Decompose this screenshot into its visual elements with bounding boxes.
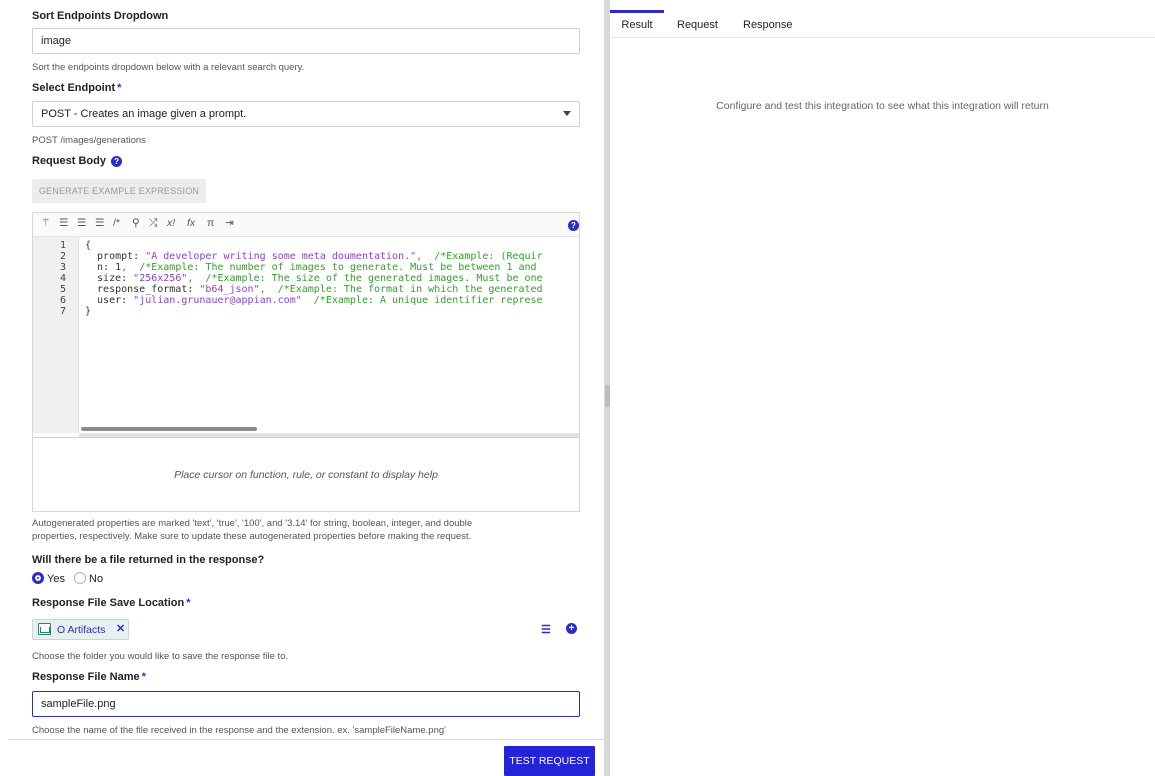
code-line: } bbox=[85, 306, 92, 317]
browse-list-icon[interactable]: ☰ bbox=[541, 623, 551, 636]
pi-icon[interactable]: π bbox=[207, 217, 214, 229]
autogen-note-line2: properties, respectively. Make sure to u… bbox=[32, 531, 472, 542]
file-returned-radio-group: Yes No bbox=[32, 572, 103, 585]
line-number: 2 bbox=[60, 251, 67, 262]
file-returned-label: Will there be a file returned in the res… bbox=[32, 554, 265, 566]
select-endpoint-label: Select Endpoint * bbox=[32, 82, 122, 94]
folder-icon bbox=[38, 623, 51, 635]
function-icon[interactable]: fx bbox=[187, 217, 195, 229]
sort-endpoints-help: Sort the endpoints dropdown below with a… bbox=[32, 62, 305, 73]
file-name-help: Choose the name of the file received in … bbox=[32, 725, 446, 736]
line-number: 5 bbox=[60, 284, 67, 295]
help-icon[interactable]: ? bbox=[111, 156, 123, 167]
line-number: 4 bbox=[60, 273, 67, 284]
file-name-label: Response File Name * bbox=[32, 671, 146, 683]
remove-chip-icon[interactable]: ✕ bbox=[116, 622, 125, 635]
line-number: 6 bbox=[60, 295, 67, 306]
magic-wand-icon[interactable]: ⚚ bbox=[41, 217, 50, 229]
save-location-label: Response File Save Location * bbox=[32, 597, 191, 609]
shuffle-icon[interactable]: ⤮ bbox=[149, 217, 157, 230]
line-number: 3 bbox=[60, 262, 67, 273]
radio-unselected-icon bbox=[74, 572, 87, 584]
sort-endpoints-label: Sort Endpoints Dropdown bbox=[32, 10, 169, 22]
empty-result-message: Configure and test this integration to s… bbox=[716, 100, 1049, 112]
request-body-label: Request Body ? bbox=[32, 155, 123, 167]
file-name-input[interactable]: sampleFile.png bbox=[32, 691, 580, 717]
code-line: n: 1, /*Example: The number of images to… bbox=[85, 262, 537, 273]
autogen-note-line1: Autogenerated properties are marked 'tex… bbox=[32, 518, 473, 529]
sort-endpoints-input[interactable]: image bbox=[32, 28, 580, 54]
expression-editor[interactable]: ⚚ ☰ ☰ ☰ /* ⚲ ⤮ x! fx π ⇥ ? 1 2 3 4 5 6 7… bbox=[32, 212, 580, 512]
tab-response[interactable]: Response bbox=[743, 10, 793, 38]
file-name-value: sampleFile.png bbox=[41, 698, 116, 710]
radio-no[interactable]: No bbox=[74, 572, 103, 585]
result-panel: Result Request Response Configure and te… bbox=[610, 0, 1155, 776]
result-tabs: Result Request Response bbox=[610, 10, 1155, 38]
tab-request[interactable]: Request bbox=[677, 10, 718, 38]
editor-toolbar: ⚚ ☰ ☰ ☰ /* ⚲ ⤮ x! fx π ⇥ ? bbox=[33, 213, 579, 237]
divider-line bbox=[8, 739, 604, 740]
code-line: prompt: "A developer writing some meta d… bbox=[85, 251, 543, 262]
code-line: response_format: "b64_json", /*Example: … bbox=[85, 284, 543, 295]
radio-selected-icon bbox=[32, 572, 44, 584]
indent-icon[interactable]: ☰ bbox=[59, 217, 68, 229]
list-icon[interactable]: ☰ bbox=[95, 217, 104, 229]
generate-example-expression-button[interactable]: GENERATE EXAMPLE EXPRESSION bbox=[32, 179, 206, 203]
line-number: 7 bbox=[60, 306, 67, 317]
folder-chip-label: O Artifacts bbox=[57, 624, 106, 636]
code-line: size: "256x256", /*Example: The size of … bbox=[85, 273, 543, 284]
radio-yes[interactable]: Yes bbox=[32, 572, 65, 585]
select-endpoint-dropdown[interactable]: POST - Creates an image given a prompt. bbox=[32, 101, 580, 127]
integration-config-panel: Sort Endpoints Dropdown image Sort the e… bbox=[0, 0, 604, 776]
select-endpoint-value: POST - Creates an image given a prompt. bbox=[41, 108, 247, 120]
search-icon[interactable]: ⚲ bbox=[132, 217, 140, 229]
editor-help-icon[interactable]: ? bbox=[568, 220, 579, 231]
tab-result[interactable]: Result bbox=[610, 10, 664, 38]
variable-icon[interactable]: x! bbox=[167, 217, 175, 229]
sort-endpoints-value: image bbox=[41, 35, 71, 47]
plus-icon[interactable]: + bbox=[566, 623, 577, 634]
function-help-panel: Place cursor on function, rule, or const… bbox=[33, 437, 579, 512]
test-request-button[interactable]: TEST REQUEST bbox=[504, 746, 595, 776]
line-number: 1 bbox=[60, 240, 67, 251]
endpoint-path-text: POST /images/generations bbox=[32, 135, 146, 146]
folder-chip[interactable]: O Artifacts ✕ bbox=[32, 619, 129, 640]
export-icon[interactable]: ⇥ bbox=[225, 217, 234, 229]
code-area[interactable]: { prompt: "A developer writing some meta… bbox=[85, 237, 579, 433]
save-location-help: Choose the folder you would like to save… bbox=[32, 651, 289, 662]
horizontal-scrollbar-thumb[interactable] bbox=[81, 427, 257, 431]
chevron-down-icon bbox=[563, 111, 571, 116]
outdent-icon[interactable]: ☰ bbox=[77, 217, 86, 229]
line-gutter: 1 2 3 4 5 6 7 bbox=[33, 237, 79, 433]
comment-icon[interactable]: /* bbox=[113, 217, 120, 229]
code-line: user: "julian.grunauer@appian.com" /*Exa… bbox=[85, 295, 543, 306]
code-line: { bbox=[85, 240, 92, 251]
